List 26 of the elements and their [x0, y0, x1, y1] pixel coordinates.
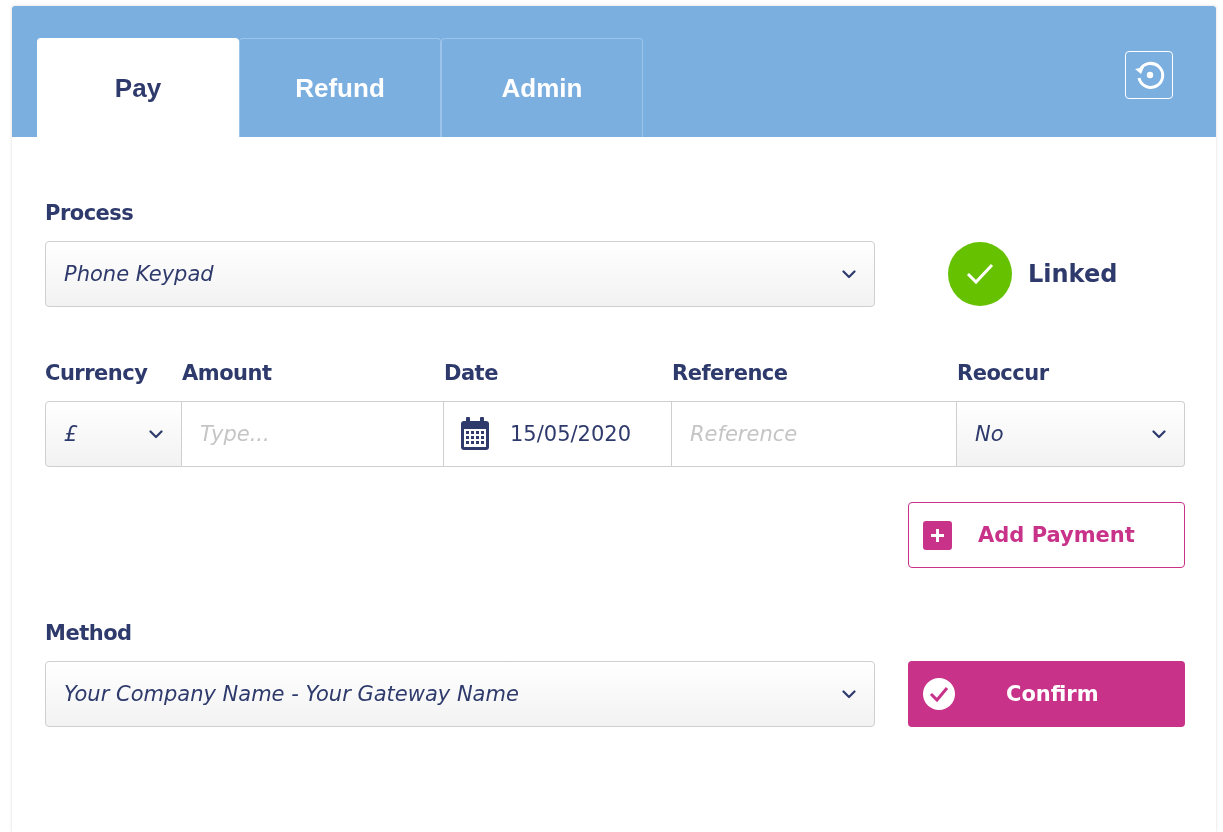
- status-label: Linked: [1028, 260, 1118, 288]
- dropdown-field[interactable]: Your Company Name - Your Gateway Name: [45, 661, 875, 727]
- chevron-icon: [842, 269, 856, 279]
- reset-button[interactable]: [1125, 51, 1173, 99]
- input-field[interactable]: Reference: [672, 401, 957, 467]
- confirm-button[interactable]: Confirm: [908, 661, 1185, 727]
- tab[interactable]: Pay: [37, 38, 239, 137]
- chevron-icon: [149, 429, 163, 439]
- field-label: Date: [444, 361, 498, 385]
- field-label: Process: [45, 201, 134, 225]
- plus-icon: [923, 520, 952, 550]
- field-label: Reference: [672, 361, 788, 385]
- dropdown-field[interactable]: No: [957, 401, 1185, 467]
- field-label: Reoccur: [957, 361, 1049, 385]
- field-label: Currency: [45, 361, 148, 385]
- calendar-icon: [460, 417, 490, 451]
- chevron-icon: [1152, 429, 1166, 439]
- field-label: Amount: [182, 361, 272, 385]
- input-field[interactable]: Type...: [182, 401, 444, 467]
- chevron-icon: [842, 689, 856, 699]
- check-circle-icon: [922, 677, 956, 711]
- date-field[interactable]: 15/05/2020: [444, 401, 672, 467]
- field-label: Method: [45, 621, 132, 645]
- dropdown-field[interactable]: £: [45, 401, 182, 467]
- dropdown-field[interactable]: Phone Keypad: [45, 241, 875, 307]
- add-payment-button[interactable]: Add Payment: [908, 502, 1185, 568]
